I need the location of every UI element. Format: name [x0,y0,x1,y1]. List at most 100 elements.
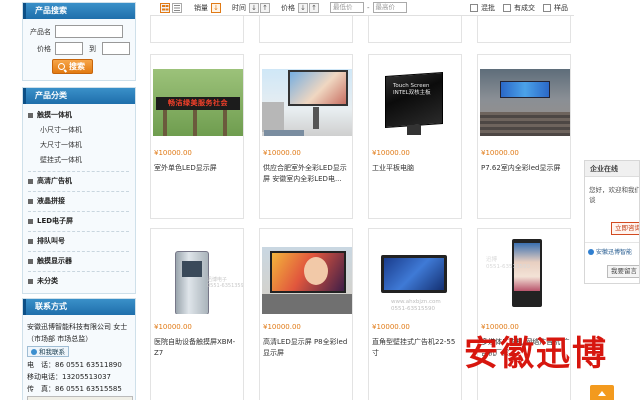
brand-watermark: 安徽迅博 [464,334,608,374]
product-card[interactable]: ¥10000.00 高清LED显示屏 P8全彩led显示屏 [259,228,353,400]
subcategory-small[interactable]: 小尺寸一体机 [28,123,129,138]
led-sign-text: 畅洁绿美服务社会 [156,97,240,110]
product-name-link[interactable]: 室外单色LED显示屏 [154,163,243,174]
product-name-link[interactable]: 供应合肥室外全彩LED显示屏 安徽室内全彩LED电... [263,163,352,185]
product-card[interactable]: 迅博电子 0551-63513590 ¥10000.00 医院自助设备触摸屏XB… [150,228,244,400]
contact-title: 联系方式 [23,299,135,315]
watermark-text: www.ahxbjzn.com 0551-63515590 [391,299,441,312]
category-touch-all-in-one[interactable]: 触摸一体机 [28,107,129,123]
sort-sales-desc-icon[interactable]: ↓ [211,2,221,13]
sort-sales-label: 销量 [194,3,208,12]
product-name-link[interactable]: 高清LED显示屏 P8全彩led显示屏 [263,337,352,359]
filter-sample-checkbox[interactable]: 样品 [543,3,568,13]
filter-deals-checkbox[interactable]: 有成交 [503,3,535,13]
category-queue-system[interactable]: 排队叫号 [28,232,129,251]
category-label: 触摸一体机 [37,111,72,119]
filter-hot-label: 混批 [481,3,495,12]
chat-status-icon [588,248,594,255]
product-price: ¥10000.00 [372,323,410,331]
grid-view-icon[interactable] [160,2,170,13]
price-min-filter-input[interactable]: 最低价 [330,2,364,13]
category-lcd-splicing[interactable]: 液晶拼接 [28,192,129,211]
product-name-link[interactable]: P7.62室内全彩led显示屏 [481,163,570,174]
product-price: ¥10000.00 [481,149,519,157]
product-image[interactable]: 迅博电子 0551-63513590 [153,247,243,314]
map-thumbnail[interactable]: + [27,395,133,400]
company-name: 安徽迅博智能科技有限公司 女士（市场部 市场总监） [27,323,128,343]
product-card[interactable]: 迅博 0551-63515590 ¥10000.00 多媒体广告机 网络广告机 … [477,228,571,400]
checkbox-icon [470,3,478,12]
sort-time-desc-icon[interactable]: ↓ [249,2,259,13]
product-card[interactable]: 畅洁绿美服务社会 ¥10000.00 室外单色LED显示屏 [150,54,244,219]
filter-sample-label: 样品 [554,3,568,12]
sort-price-asc-icon[interactable]: ↑ [309,2,319,13]
square-bullet-icon [28,239,33,244]
qq-contact-button[interactable]: 和我联系 [27,346,69,357]
category-uncategorized[interactable]: 未分类 [28,272,129,291]
category-led-screen[interactable]: LED电子屏 [28,212,129,231]
search-button[interactable]: 搜索 [52,59,93,74]
product-card[interactable]: ¥10000.00 P7.62室内全彩led显示屏 [477,54,571,219]
square-bullet-icon [28,259,33,264]
company-link-label: 安徽迅博智能 [596,249,633,256]
category-hd-ad-player[interactable]: 高清广告机 [28,172,129,191]
chat-greeting: 您好，欢迎和我们洽谈 [589,186,639,204]
subcategory-large[interactable]: 大尺寸一体机 [28,138,129,153]
square-bullet-icon [28,199,33,204]
square-bullet-icon [28,179,33,184]
consult-now-button[interactable]: 立即咨询 [611,222,639,235]
watermark-text: 迅博电子 0551-63513590 [207,277,243,289]
product-image[interactable] [262,69,352,136]
product-image[interactable]: 迅博 0551-63515590 [480,235,570,315]
leave-message-button[interactable]: 我要留言 [607,265,639,278]
product-name-link[interactable]: 医院自助设备触摸屏XBM-Z7 [154,337,243,359]
category-label: 未分类 [37,277,58,285]
checkbox-icon [543,3,551,12]
price-min-input[interactable] [55,42,83,55]
square-bullet-icon [28,219,33,224]
sort-price-desc-icon[interactable]: ↓ [298,2,308,13]
filter-deals-label: 有成交 [514,3,535,12]
product-card-partial[interactable] [150,16,244,43]
category-touch-monitor[interactable]: 触摸显示器 [28,252,129,271]
price-max-input[interactable] [102,42,130,55]
company-chat-link[interactable]: 安徽迅博智能 [588,247,632,256]
product-image[interactable]: 畅洁绿美服务社会 [153,69,243,136]
fax-text: 传 真：86 0551 63515585 [27,384,122,393]
subcategory-wall[interactable]: 壁挂式一体机 [28,153,129,168]
filter-hot-checkbox[interactable]: 混批 [470,3,495,13]
product-name-input[interactable] [55,25,123,38]
product-name-link[interactable]: 工业平板电脑 [372,163,461,174]
price-max-filter-input[interactable]: 最高价 [372,2,407,13]
product-price: ¥10000.00 [372,149,410,157]
category-label: 触摸显示器 [37,257,72,265]
product-image[interactable]: www.ahxbjzn.com 0551-63515590 [371,247,461,314]
sort-time-asc-icon[interactable]: ↑ [260,2,270,13]
list-view-icon[interactable] [172,2,182,13]
qq-icon [31,348,37,355]
product-image[interactable]: Touch Screen INTEL双核主板 [371,69,461,136]
product-name-link[interactable]: 直角型壁挂式广告机22-55寸 [372,337,461,359]
watermark-text: 迅博 0551-63515590 [486,257,530,270]
product-card[interactable]: www.ahxbjzn.com 0551-63515590 ¥10000.00 … [368,228,462,400]
back-to-top-icon[interactable] [590,385,614,400]
product-image[interactable] [262,247,352,314]
product-card[interactable]: Touch Screen INTEL双核主板 ¥10000.00 工业平板电脑 [368,54,462,219]
online-chat-widget: 企业在线 您好，欢迎和我们洽谈 立即咨询 安徽迅博智能 我要留言 [584,160,640,284]
product-card-partial[interactable] [259,16,353,43]
product-card-partial[interactable] [477,16,571,43]
price-range-dash: - [367,3,370,12]
product-card[interactable]: ¥10000.00 供应合肥室外全彩LED显示屏 安徽室内全彩LED电... [259,54,353,219]
product-price: ¥10000.00 [263,149,301,157]
category-label: 高清广告机 [37,177,72,185]
phone-text: 电 话：86 0551 63511890 [27,360,122,369]
price-label: 价格 [37,44,51,53]
category-label: 排队叫号 [37,237,65,245]
product-price: ¥10000.00 [481,323,519,331]
product-price: ¥10000.00 [154,149,192,157]
checkbox-icon [503,3,511,12]
product-image[interactable] [480,69,570,136]
search-button-label: 搜索 [69,62,85,71]
search-icon [58,63,65,70]
product-card-partial[interactable] [368,16,462,43]
